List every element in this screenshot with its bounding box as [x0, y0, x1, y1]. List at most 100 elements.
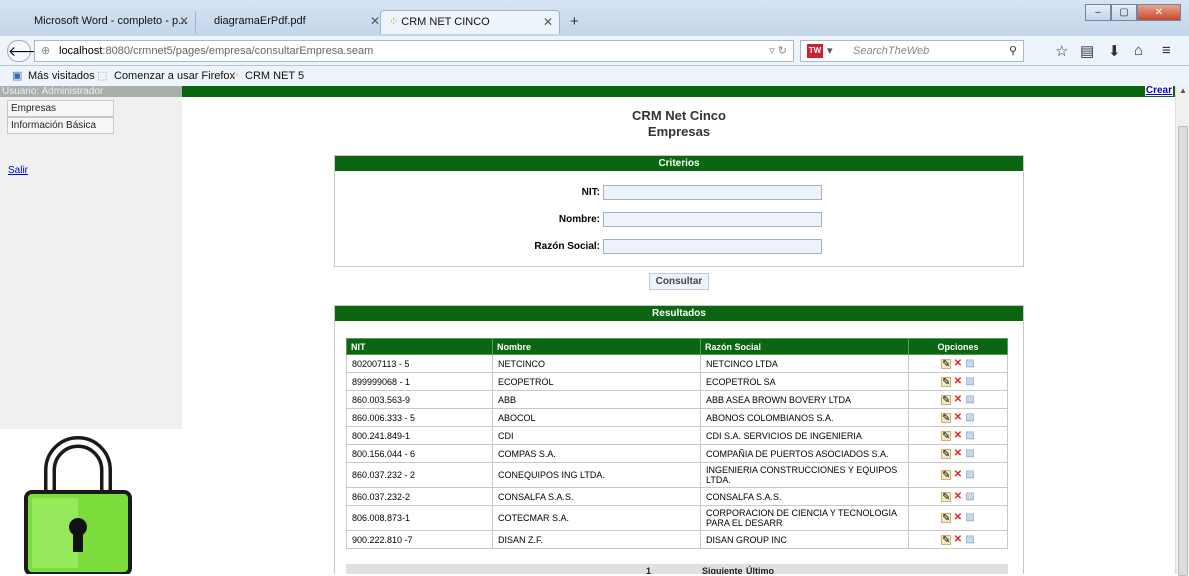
edit-icon[interactable]: ✎	[941, 412, 951, 423]
tab-title: CRM NET CINCO	[401, 16, 490, 28]
cell-opciones: ✎ ✕ ▨	[908, 372, 1008, 391]
logout-link[interactable]: Salir	[8, 165, 28, 176]
cell-nombre: COMPAS S.A.	[492, 444, 701, 463]
maximize-icon[interactable]: ▢	[1111, 4, 1137, 21]
sidebar-item-empresas[interactable]: Empresas	[7, 100, 114, 117]
edit-icon[interactable]: ✎	[941, 394, 951, 405]
delete-icon[interactable]: ✕	[953, 430, 963, 441]
delete-icon[interactable]: ✕	[953, 394, 963, 405]
tab-crm[interactable]: ⁘ CRM NET CINCO ✕	[380, 10, 560, 34]
page-title: CRM Net Cinco	[632, 108, 726, 123]
view-icon[interactable]: ▨	[965, 358, 975, 369]
view-icon[interactable]: ▨	[965, 491, 975, 502]
close-window-icon[interactable]: ✕	[1137, 4, 1181, 21]
last-page-link[interactable]: Último	[746, 566, 774, 574]
delete-icon[interactable]: ✕	[953, 534, 963, 545]
criteria-panel: Criterios NIT: Nombre: Razón Social:	[334, 155, 1024, 267]
nit-field[interactable]	[603, 185, 822, 200]
column-header-opciones: Opciones	[908, 338, 1008, 355]
edit-icon[interactable]: ✎	[941, 491, 951, 502]
scrollbar[interactable]: ▲	[1175, 86, 1189, 576]
view-icon[interactable]: ▨	[965, 513, 975, 523]
menu-icon[interactable]: ≡	[1162, 42, 1171, 59]
edit-icon[interactable]: ✎	[941, 534, 951, 545]
column-header-razon-social[interactable]: Razón Social	[700, 338, 909, 355]
delete-icon[interactable]: ✕	[953, 376, 963, 387]
cell-razon-social: CDI S.A. SERVICIOS DE INGENIERIA	[700, 426, 909, 445]
home-icon[interactable]: ⌂	[1134, 42, 1143, 59]
close-icon[interactable]: ✕	[179, 10, 189, 32]
delete-icon[interactable]: ✕	[953, 412, 963, 423]
cell-opciones: ✎ ✕ ▨	[908, 530, 1008, 549]
razon-social-field[interactable]	[603, 239, 822, 254]
view-icon[interactable]: ▨	[965, 470, 975, 480]
column-header-nit[interactable]: NIT	[346, 338, 493, 355]
download-icon[interactable]: ⬇	[1108, 42, 1121, 60]
loading-icon: ⁘	[389, 16, 402, 28]
bookmarks-menu-icon[interactable]: ▤	[1080, 42, 1094, 60]
scrollbar-thumb[interactable]	[1178, 126, 1188, 576]
crear-link[interactable]: Crear	[1144, 86, 1173, 96]
view-icon[interactable]: ▨	[965, 394, 975, 405]
close-icon[interactable]: ✕	[543, 11, 553, 33]
edit-icon[interactable]: ✎	[941, 470, 951, 481]
edit-icon[interactable]: ✎	[941, 430, 951, 441]
url-bar[interactable]: ⊕ localhost:8080/crmnet5/pages/empresa/c…	[34, 40, 794, 62]
tab-pdf[interactable]: diagramaErPdf.pdf ✕	[206, 10, 386, 34]
cell-nit: 802007113 - 5	[346, 354, 493, 373]
page-number[interactable]: 1	[646, 566, 651, 574]
sidebar-item-informacion-basica[interactable]: Información Básica	[7, 117, 114, 134]
cell-nit: 800.156.044 - 6	[346, 444, 493, 463]
chevron-down-icon[interactable]: ▾	[827, 41, 833, 61]
view-icon[interactable]: ▨	[965, 376, 975, 387]
cell-opciones: ✎ ✕ ▨	[908, 462, 1008, 488]
new-tab-button[interactable]: +	[570, 13, 579, 30]
search-placeholder: SearchTheWeb	[853, 45, 930, 57]
sidebar: Empresas Información Básica Salir	[0, 97, 182, 429]
search-engine-icon[interactable]: TW	[807, 44, 823, 58]
cell-opciones: ✎ ✕ ▨	[908, 444, 1008, 463]
cell-razon-social: NETCINCO LTDA	[700, 354, 909, 373]
column-header-nombre[interactable]: Nombre	[492, 338, 701, 355]
bookmark-crm[interactable]: CRM NET 5	[245, 66, 304, 86]
edit-icon[interactable]: ✎	[941, 358, 951, 369]
cell-opciones: ✎ ✕ ▨	[908, 408, 1008, 427]
cell-nombre: COTECMAR S.A.	[492, 505, 701, 531]
tab-word-document[interactable]: Microsoft Word - completo - p... ✕	[26, 10, 196, 34]
consultar-button[interactable]: Consultar	[649, 273, 709, 290]
view-icon[interactable]: ▨	[965, 534, 975, 545]
edit-icon[interactable]: ✎	[941, 513, 951, 524]
delete-icon[interactable]: ✕	[953, 491, 963, 502]
lock-icon	[24, 436, 132, 574]
cell-nit: 860.037.232-2	[346, 487, 493, 506]
results-table: NIT Nombre Razón Social Opciones 8020071…	[346, 338, 1008, 549]
edit-icon[interactable]: ✎	[941, 448, 951, 459]
cell-nombre: NETCINCO	[492, 354, 701, 373]
search-icon[interactable]: ⚲	[1009, 41, 1017, 61]
view-icon[interactable]: ▨	[965, 412, 975, 423]
close-icon[interactable]: ✕	[370, 10, 380, 32]
delete-icon[interactable]: ✕	[953, 513, 963, 523]
delete-icon[interactable]: ✕	[953, 448, 963, 459]
nombre-field[interactable]	[603, 212, 822, 227]
back-button[interactable]: 🡐	[7, 40, 46, 62]
reload-icon[interactable]: ▿ ↻	[769, 41, 787, 61]
edit-icon[interactable]: ✎	[941, 376, 951, 387]
scroll-up-icon[interactable]: ▲	[1179, 86, 1187, 95]
minimize-icon[interactable]: ‒	[1085, 4, 1111, 21]
next-page-link[interactable]: Siguiente	[702, 566, 743, 574]
bookmark-star-icon[interactable]: ☆	[1055, 42, 1068, 60]
page-content: Usuario: Administrador Crear Empresas In…	[0, 86, 1175, 574]
navigation-bar: 🡐 ⊕ localhost:8080/crmnet5/pages/empresa…	[0, 36, 1189, 66]
cell-nombre: DISAN Z.F.	[492, 530, 701, 549]
nombre-label: Nombre:	[558, 214, 600, 225]
bookmark-most-visited[interactable]: Más visitados	[28, 66, 95, 86]
nit-label: NIT:	[581, 187, 600, 198]
delete-icon[interactable]: ✕	[953, 358, 963, 369]
bookmark-firefox-start[interactable]: Comenzar a usar Firefox	[114, 66, 235, 86]
search-box[interactable]: TW ▾ SearchTheWeb ⚲	[800, 40, 1024, 62]
delete-icon[interactable]: ✕	[953, 470, 963, 480]
view-icon[interactable]: ▨	[965, 448, 975, 459]
view-icon[interactable]: ▨	[965, 430, 975, 441]
cell-nombre: ABOCOL	[492, 408, 701, 427]
